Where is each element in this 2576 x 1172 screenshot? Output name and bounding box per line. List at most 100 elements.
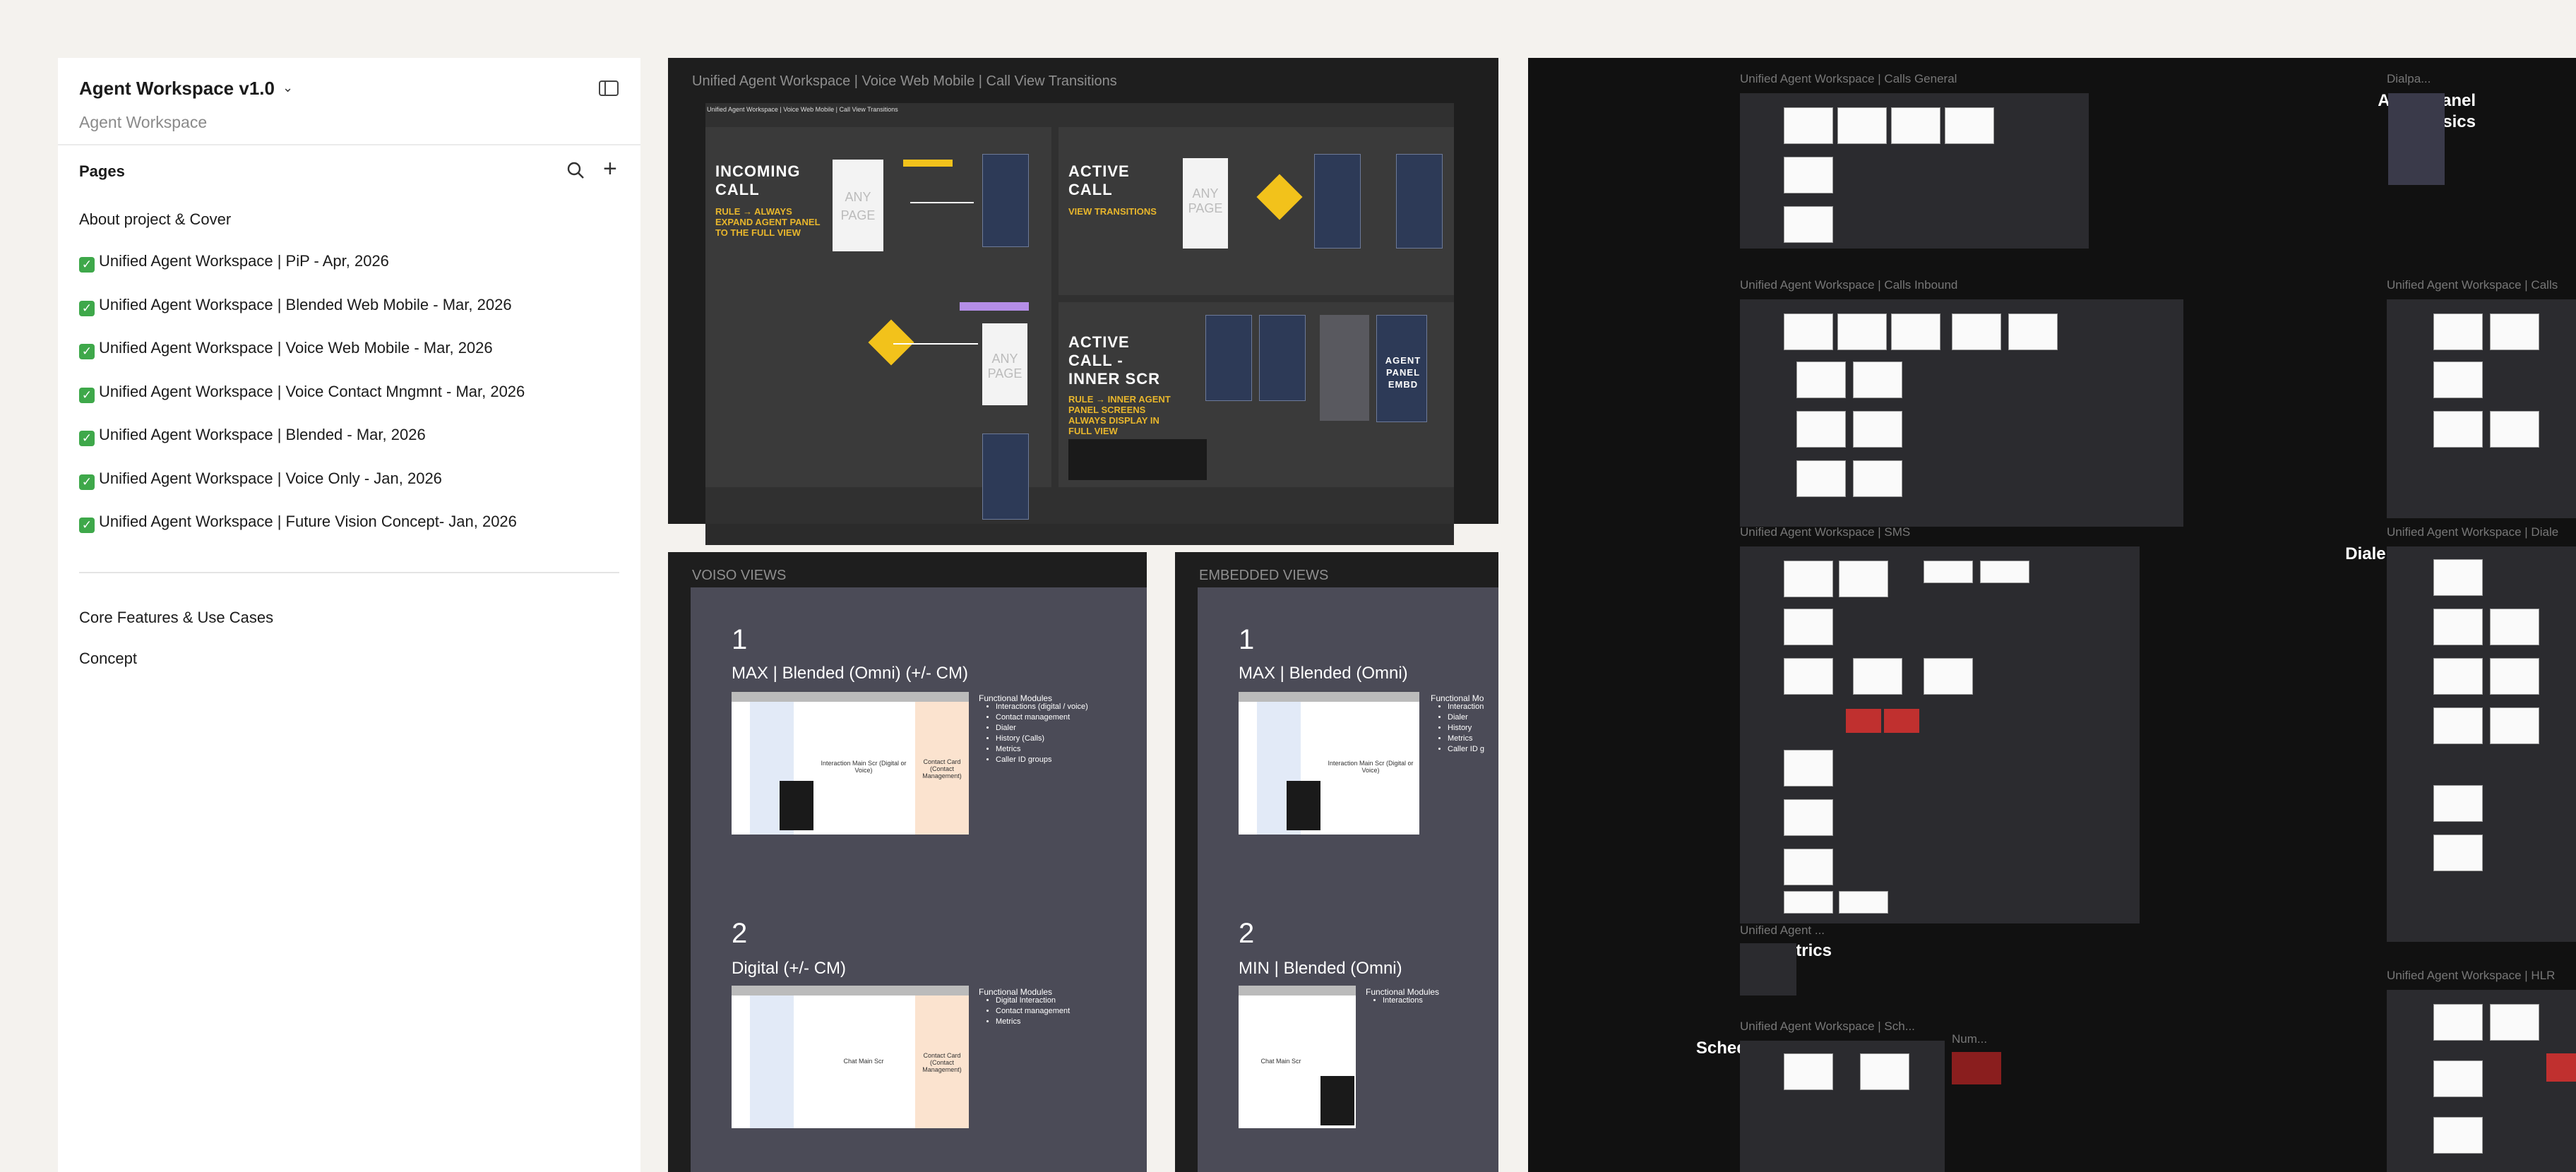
mini-screen [1853, 361, 1902, 398]
incoming-title: INCOMING CALL [715, 162, 801, 198]
view-number: 1 [1239, 624, 1255, 655]
mini-screen [2490, 609, 2539, 645]
mini-screen [1796, 361, 1846, 398]
mini-screen [2433, 785, 2483, 822]
mini-screen [1924, 658, 1973, 695]
connector [910, 202, 974, 203]
mock-header [1239, 986, 1356, 995]
mock-phone [1320, 1076, 1354, 1125]
mini-screen [2546, 1053, 2576, 1082]
page-label: Unified Agent Workspace | Future Vision … [99, 513, 517, 530]
frame-title: EMBEDDED VIEWS [1199, 568, 1329, 583]
mini-screen [1784, 891, 1833, 914]
mock-header [732, 692, 969, 702]
check-icon: ✓ [79, 518, 95, 533]
mini-screen [1784, 1053, 1833, 1090]
inner-title: Unified Agent Workspace | Voice Web Mobi… [707, 106, 898, 113]
mini-screen [1891, 313, 1940, 350]
check-icon: ✓ [79, 431, 95, 446]
section-title: Unified Agent Workspace | Diale [2387, 525, 2559, 539]
page-label: Unified Agent Workspace | PiP - Apr, 202… [99, 252, 389, 270]
page-item[interactable]: ✓ Unified Agent Workspace | Future Vision… [79, 513, 517, 533]
page-item[interactable]: ✓ Unified Agent Workspace | Voice Contact… [79, 383, 525, 403]
mini-screen [1784, 849, 1833, 885]
mock-main-label: Interaction Main Scr (Digital or Voice) [1328, 760, 1414, 774]
mini-screen [2433, 1117, 2483, 1154]
mini-screen [1846, 709, 1881, 733]
modules-list: Interactions [1354, 995, 1423, 1006]
mini-screen [1952, 313, 2001, 350]
search-icon[interactable] [566, 161, 585, 179]
divider [79, 572, 619, 573]
mini-screen [1796, 411, 1846, 448]
frame-title: VOISO VIEWS [692, 568, 787, 583]
call-transitions-frame[interactable]: Unified Agent Workspace | Voice Web Mobi… [668, 58, 1498, 545]
mock-main-label: Interaction Main Scr (Digital or Voice) [821, 760, 907, 774]
mock-main-label: Chat Main Scr [1260, 1058, 1301, 1065]
page-item[interactable]: ✓ Unified Agent Workspace | Voice Web Mob… [79, 339, 493, 359]
page-item[interactable]: About project & Cover [79, 210, 231, 229]
mini-screen [2433, 313, 2483, 350]
layout-mock: Interaction Main Scr (Digital or Voice) [1239, 692, 1419, 835]
layout-mock: Interaction Main Scr (Digital or Voice) … [732, 692, 969, 835]
section-title: Unified Agent Workspace | SMS [1740, 525, 1911, 539]
mini-screen [1891, 107, 1940, 144]
section-item[interactable]: Core Features & Use Cases [79, 609, 273, 627]
sidebar-toggle-icon[interactable] [599, 80, 619, 96]
phone-mock [1396, 154, 1443, 249]
page-item[interactable]: ✓ Unified Agent Workspace | Blended - Mar… [79, 426, 426, 446]
mini-screen [1839, 891, 1888, 914]
mini-screen [1837, 107, 1887, 144]
mini-screen [2490, 313, 2539, 350]
active-sub: VIEW TRANSITIONS [1068, 206, 1157, 217]
mini-screen [1796, 460, 1846, 497]
section-title: Unified Agent Workspace | Calls [2387, 278, 2558, 292]
mini-screen [1784, 799, 1833, 836]
view-number: 2 [732, 918, 748, 949]
view-number: 2 [1239, 918, 1255, 949]
mini-screen [1924, 561, 1973, 583]
mini-screen [2433, 559, 2483, 596]
project-title[interactable]: Agent Workspace v1.0 [79, 78, 275, 100]
mini-screen [1784, 561, 1833, 597]
frame-content: Unified Agent Workspace | Voice Web Mobi… [705, 103, 1454, 545]
modules-list: Digital InteractionContact managementMet… [967, 995, 1070, 1027]
modules-list: InteractionDialerHistoryMetricsCaller ID… [1419, 702, 1498, 755]
mini-screen [1839, 561, 1888, 597]
layout-mock: Chat Main Scr Contact Card (Contact Mana… [732, 986, 969, 1128]
view-title: MIN | Blended (Omni) [1239, 959, 1402, 978]
divider [58, 144, 640, 145]
page-item[interactable]: ✓ Unified Agent Workspace | PiP - Apr, 20… [79, 252, 389, 273]
check-icon: ✓ [79, 474, 95, 490]
flow-thumbs [1740, 943, 1796, 995]
flow-thumbs [2388, 93, 2445, 185]
flows-board[interactable]: CallsGeneral CallsInbound SMS Metrics Sc… [1528, 58, 2576, 1172]
flow-thumbs [1740, 1041, 1945, 1172]
mock-phone [1287, 781, 1320, 830]
mini-screen [2433, 1004, 2483, 1041]
section-item[interactable]: Concept [79, 650, 137, 668]
flow-label-metrics: Metrics [1772, 941, 1832, 960]
phone-mock [1205, 315, 1252, 401]
check-icon: ✓ [79, 344, 95, 359]
section-title: Unified Agent Workspace | Calls General [1740, 72, 1957, 85]
mini-screen [1853, 658, 1902, 695]
mock-phone [780, 781, 813, 830]
view-title: Digital (+/- CM) [732, 959, 847, 978]
layout-mock: Chat Main Scr [1239, 986, 1356, 1128]
check-icon: ✓ [79, 301, 95, 316]
inner-title-block: ACTIVE CALL - INNER SCR [1068, 333, 1161, 388]
mini-screen [1784, 157, 1833, 193]
chevron-down-icon[interactable]: ⌄ [282, 80, 293, 95]
section-title: Unified Agent ... [1740, 923, 1825, 937]
embedded-views-frame[interactable]: EMBEDDED VIEWS 1 MAX | Blended (Omni) In… [1175, 552, 1498, 1172]
view-title: MAX | Blended (Omni) [1239, 664, 1408, 683]
page-item[interactable]: ✓ Unified Agent Workspace | Blended Web M… [79, 296, 512, 316]
mock-side-label: Contact Card (Contact Management) [922, 758, 962, 779]
voiso-views-frame[interactable]: VOISO VIEWS 1 MAX | Blended (Omni) (+/- … [668, 552, 1147, 1172]
add-page-icon[interactable]: + [603, 157, 617, 181]
page-item[interactable]: ✓ Unified Agent Workspace | Voice Only - … [79, 470, 442, 490]
mini-screen [1884, 709, 1919, 733]
mini-screen [1980, 561, 2029, 583]
check-icon: ✓ [79, 388, 95, 403]
